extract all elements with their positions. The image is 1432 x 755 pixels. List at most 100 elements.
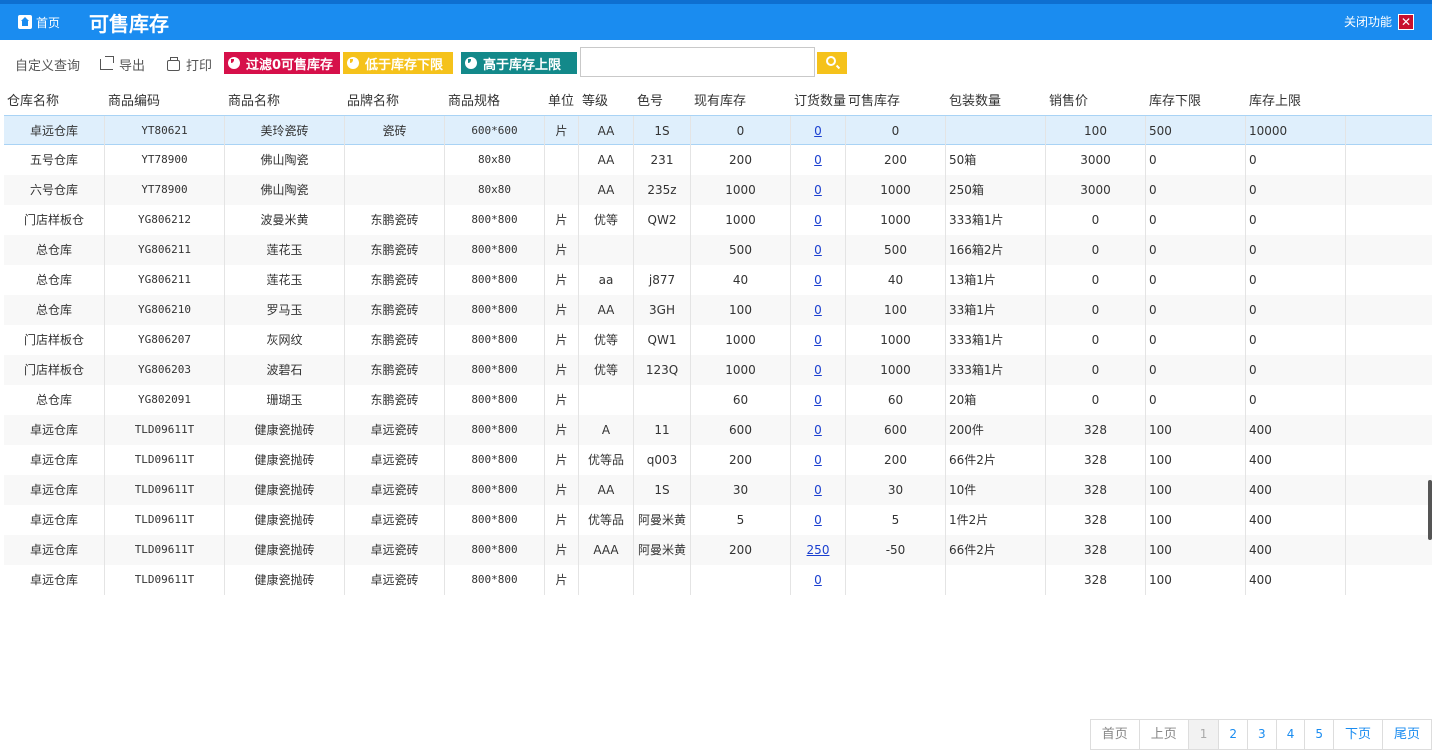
table-row[interactable]: 卓远仓库 TLD09611T 健康瓷抛砖 卓远瓷砖 800*800 片优等品 q003 200… <box>4 445 1432 475</box>
export-button[interactable]: 导出 <box>100 55 145 74</box>
cell-color-no: 1S <box>634 116 691 146</box>
home-link[interactable]: 首页 <box>18 13 60 31</box>
cell-max-stock: 0 <box>1246 385 1346 415</box>
above-max-stock-button[interactable]: 高于库存上限 <box>461 52 577 74</box>
next-page-button[interactable]: 下页 <box>1333 720 1383 749</box>
table-row[interactable]: 五号仓库 YT78900 佛山陶瓷 80x80 AA 231 200 0 200 50箱 3000 0… <box>4 145 1432 175</box>
page-button-3[interactable]: 3 <box>1248 720 1277 749</box>
page-button-5[interactable]: 5 <box>1305 720 1334 749</box>
print-button[interactable]: 打印 <box>167 55 212 74</box>
page-button-2[interactable]: 2 <box>1219 720 1249 749</box>
cell-min-stock: 0 <box>1146 175 1246 205</box>
cell-package-qty: 13箱1片 <box>946 265 1046 295</box>
cell-product-code: YG806211 <box>105 265 225 295</box>
cell-warehouse: 卓远仓库 <box>4 445 105 475</box>
table-row[interactable]: 门店样板仓 YG806203 波碧石 东鹏瓷砖 800*800 片优等 123Q 1000 0 1… <box>4 355 1432 385</box>
order-qty-link[interactable]: 0 <box>814 303 822 317</box>
column-header-warehouse[interactable]: 仓库名称 <box>7 90 59 109</box>
order-qty-link[interactable]: 0 <box>814 423 822 437</box>
below-min-stock-button[interactable]: 低于库存下限 <box>343 52 453 74</box>
column-header-product-name[interactable]: 商品名称 <box>228 90 280 109</box>
order-qty-link[interactable]: 0 <box>814 213 822 227</box>
column-header-brand[interactable]: 品牌名称 <box>347 90 399 109</box>
cell-max-stock: 0 <box>1246 355 1346 385</box>
cell-min-stock: 0 <box>1146 145 1246 175</box>
cell-order-qty: 250 <box>791 535 846 565</box>
order-qty-link[interactable]: 0 <box>814 124 822 138</box>
table-row[interactable]: 门店样板仓 YG806207 灰网纹 东鹏瓷砖 800*800 片优等 QW1 1000 0 10… <box>4 325 1432 355</box>
page-button-1[interactable]: 1 <box>1188 720 1220 749</box>
cell-product-name: 灰网纹 <box>225 325 345 355</box>
order-qty-link[interactable]: 250 <box>807 543 830 557</box>
last-page-button[interactable]: 尾页 <box>1382 720 1431 749</box>
order-qty-link[interactable]: 0 <box>814 273 822 287</box>
order-qty-link[interactable]: 0 <box>814 483 822 497</box>
order-qty-link[interactable]: 0 <box>814 363 822 377</box>
cell-max-stock: 400 <box>1246 535 1346 565</box>
cell-warehouse: 总仓库 <box>4 295 105 325</box>
order-qty-link[interactable]: 0 <box>814 333 822 347</box>
column-header-color-no[interactable]: 色号 <box>637 90 663 109</box>
cell-unit: 片 <box>545 445 579 475</box>
table-row[interactable]: 门店样板仓 YG806212 波曼米黄 东鹏瓷砖 800*800 片优等 QW2 1000 0 1… <box>4 205 1432 235</box>
cell-brand: 东鹏瓷砖 <box>345 265 445 295</box>
search-input[interactable] <box>580 47 815 77</box>
close-icon[interactable]: ✕ <box>1398 13 1414 30</box>
column-header-package-qty[interactable]: 包装数量 <box>949 90 1001 109</box>
column-header-spec[interactable]: 商品规格 <box>448 90 500 109</box>
toolbar: 自定义查询 导出 打印 过滤0可售库存 低于库存下限 高于库存上限 <box>0 46 1432 78</box>
first-page-button[interactable]: 首页 <box>1090 720 1140 749</box>
filter-zero-stock-button[interactable]: 过滤0可售库存 <box>224 52 340 74</box>
cell-grade <box>579 385 634 415</box>
order-qty-link[interactable]: 0 <box>814 573 822 587</box>
order-qty-link[interactable]: 0 <box>814 393 822 407</box>
table-row[interactable]: 总仓库 YG806211 莲花玉 东鹏瓷砖 800*800 片 aa j877 40 0 40 13箱… <box>4 265 1432 295</box>
table-row[interactable]: 卓远仓库 TLD09611T 健康瓷抛砖 卓远瓷砖 800*800 片 AAA 阿曼米黄 200… <box>4 535 1432 565</box>
column-header-unit[interactable]: 单位 <box>548 90 574 109</box>
order-qty-link[interactable]: 0 <box>814 153 822 167</box>
search-button[interactable] <box>817 52 847 74</box>
cell-spec: 800*800 <box>445 475 545 505</box>
column-header-max-stock[interactable]: 库存上限 <box>1249 90 1301 109</box>
cell-max-stock: 400 <box>1246 565 1346 595</box>
scrollbar-thumb[interactable] <box>1428 480 1432 540</box>
cell-grade: 优等 <box>579 325 634 355</box>
cell-available: 1000 <box>846 205 946 235</box>
cell-available: 40 <box>846 265 946 295</box>
prev-page-button[interactable]: 上页 <box>1139 720 1189 749</box>
below-min-label: 低于库存下限 <box>365 57 444 73</box>
column-header-product-code[interactable]: 商品编码 <box>108 90 160 109</box>
order-qty-link[interactable]: 0 <box>814 453 822 467</box>
column-header-order-qty[interactable]: 订货数量 <box>794 90 846 109</box>
table-row[interactable]: 卓远仓库 TLD09611T 健康瓷抛砖 卓远瓷砖 800*800 片 0 328 100 400 <box>4 565 1432 595</box>
cell-brand: 东鹏瓷砖 <box>345 295 445 325</box>
cell-product-code: YG806207 <box>105 325 225 355</box>
column-header-min-stock[interactable]: 库存下限 <box>1149 90 1201 109</box>
custom-query-button[interactable]: 自定义查询 <box>15 55 80 74</box>
order-qty-link[interactable]: 0 <box>814 513 822 527</box>
table-row[interactable]: 六号仓库 YT78900 佛山陶瓷 80x80 AA 235z 1000 0 1000 250箱 3… <box>4 175 1432 205</box>
column-header-on-hand[interactable]: 现有库存 <box>694 90 746 109</box>
page-button-4[interactable]: 4 <box>1276 720 1306 749</box>
cell-warehouse: 卓远仓库 <box>4 415 105 445</box>
cell-min-stock: 0 <box>1146 385 1246 415</box>
table-row[interactable]: 总仓库 YG802091 珊瑚玉 东鹏瓷砖 800*800 片 60 0 60 20箱 0 0 0 <box>4 385 1432 415</box>
cell-warehouse: 卓远仓库 <box>4 535 105 565</box>
column-header-grade[interactable]: 等级 <box>582 90 608 109</box>
cell-available: 30 <box>846 475 946 505</box>
cell-price: 0 <box>1046 235 1146 265</box>
column-header-price[interactable]: 销售价 <box>1049 90 1088 109</box>
table-row[interactable]: 卓远仓库 TLD09611T 健康瓷抛砖 卓远瓷砖 800*800 片 A 11 600 0 600… <box>4 415 1432 445</box>
table-row[interactable]: 总仓库 YG806211 莲花玉 东鹏瓷砖 800*800 片 500 0 500 166箱2片 0… <box>4 235 1432 265</box>
table-row[interactable]: 总仓库 YG806210 罗马玉 东鹏瓷砖 800*800 片 AA 3GH 100 0 100 33… <box>4 295 1432 325</box>
table-row[interactable]: 卓远仓库 YT80621 美玲瓷砖 瓷砖 600*600 片 AA 1S 0 0 0 100 500 10… <box>4 115 1432 146</box>
order-qty-link[interactable]: 0 <box>814 183 822 197</box>
filter-zero-label: 过滤0可售库存 <box>246 57 334 73</box>
table-row[interactable]: 卓远仓库 TLD09611T 健康瓷抛砖 卓远瓷砖 800*800 片优等品 阿曼米黄 5 0 5… <box>4 505 1432 535</box>
table-row[interactable]: 卓远仓库 TLD09611T 健康瓷抛砖 卓远瓷砖 800*800 片 AA 1S 30 0 30 1… <box>4 475 1432 505</box>
order-qty-link[interactable]: 0 <box>814 243 822 257</box>
cell-spec: 800*800 <box>445 235 545 265</box>
close-function-button[interactable]: 关闭功能 ✕ <box>1344 13 1414 30</box>
cell-available: 1000 <box>846 325 946 355</box>
column-header-available[interactable]: 可售库存 <box>848 90 900 109</box>
